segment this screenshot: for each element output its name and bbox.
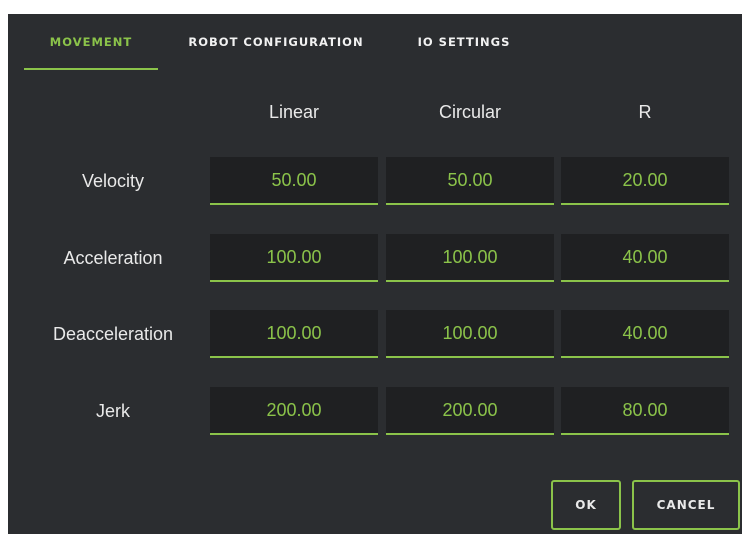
active-tab-indicator bbox=[24, 68, 158, 70]
velocity-r-field[interactable]: 20.00 bbox=[561, 157, 729, 205]
acceleration-circular-field[interactable]: 100.00 bbox=[386, 234, 554, 282]
jerk-r-field[interactable]: 80.00 bbox=[561, 387, 729, 435]
tab-robot-configuration-label: ROBOT CONFIGURATION bbox=[188, 35, 364, 49]
tab-movement-label: MOVEMENT bbox=[49, 35, 133, 49]
row-label-jerk: Jerk bbox=[95, 400, 130, 421]
jerk-linear-field[interactable]: 200.00 bbox=[210, 387, 378, 435]
acceleration-linear-field[interactable]: 100.00 bbox=[210, 234, 378, 282]
row-label-deacceleration: Deacceleration bbox=[52, 323, 174, 344]
tab-io-settings-label: IO SETTINGS bbox=[417, 35, 511, 49]
tab-robot-configuration[interactable]: ROBOT CONFIGURATION bbox=[176, 14, 376, 70]
row-label-acceleration: Acceleration bbox=[63, 247, 163, 268]
column-header-linear: Linear bbox=[268, 102, 320, 122]
tab-movement[interactable]: MOVEMENT bbox=[24, 14, 158, 70]
jerk-circular-field[interactable]: 200.00 bbox=[386, 387, 554, 435]
cancel-button[interactable]: CANCEL bbox=[632, 480, 740, 530]
column-header-circular: Circular bbox=[438, 102, 501, 122]
deacceleration-circular-field[interactable]: 100.00 bbox=[386, 310, 554, 358]
acceleration-r-field[interactable]: 40.00 bbox=[561, 234, 729, 282]
velocity-circular-field[interactable]: 50.00 bbox=[386, 157, 554, 205]
movement-settings-dialog: MOVEMENT ROBOT CONFIGURATION IO SETTINGS… bbox=[8, 14, 742, 534]
velocity-linear-field[interactable]: 50.00 bbox=[210, 157, 378, 205]
tab-io-settings[interactable]: IO SETTINGS bbox=[406, 14, 522, 70]
deacceleration-linear-field[interactable]: 100.00 bbox=[210, 310, 378, 358]
column-header-r: R bbox=[638, 102, 652, 122]
row-label-velocity: Velocity bbox=[81, 170, 145, 191]
ok-button[interactable]: OK bbox=[551, 480, 621, 530]
deacceleration-r-field[interactable]: 40.00 bbox=[561, 310, 729, 358]
